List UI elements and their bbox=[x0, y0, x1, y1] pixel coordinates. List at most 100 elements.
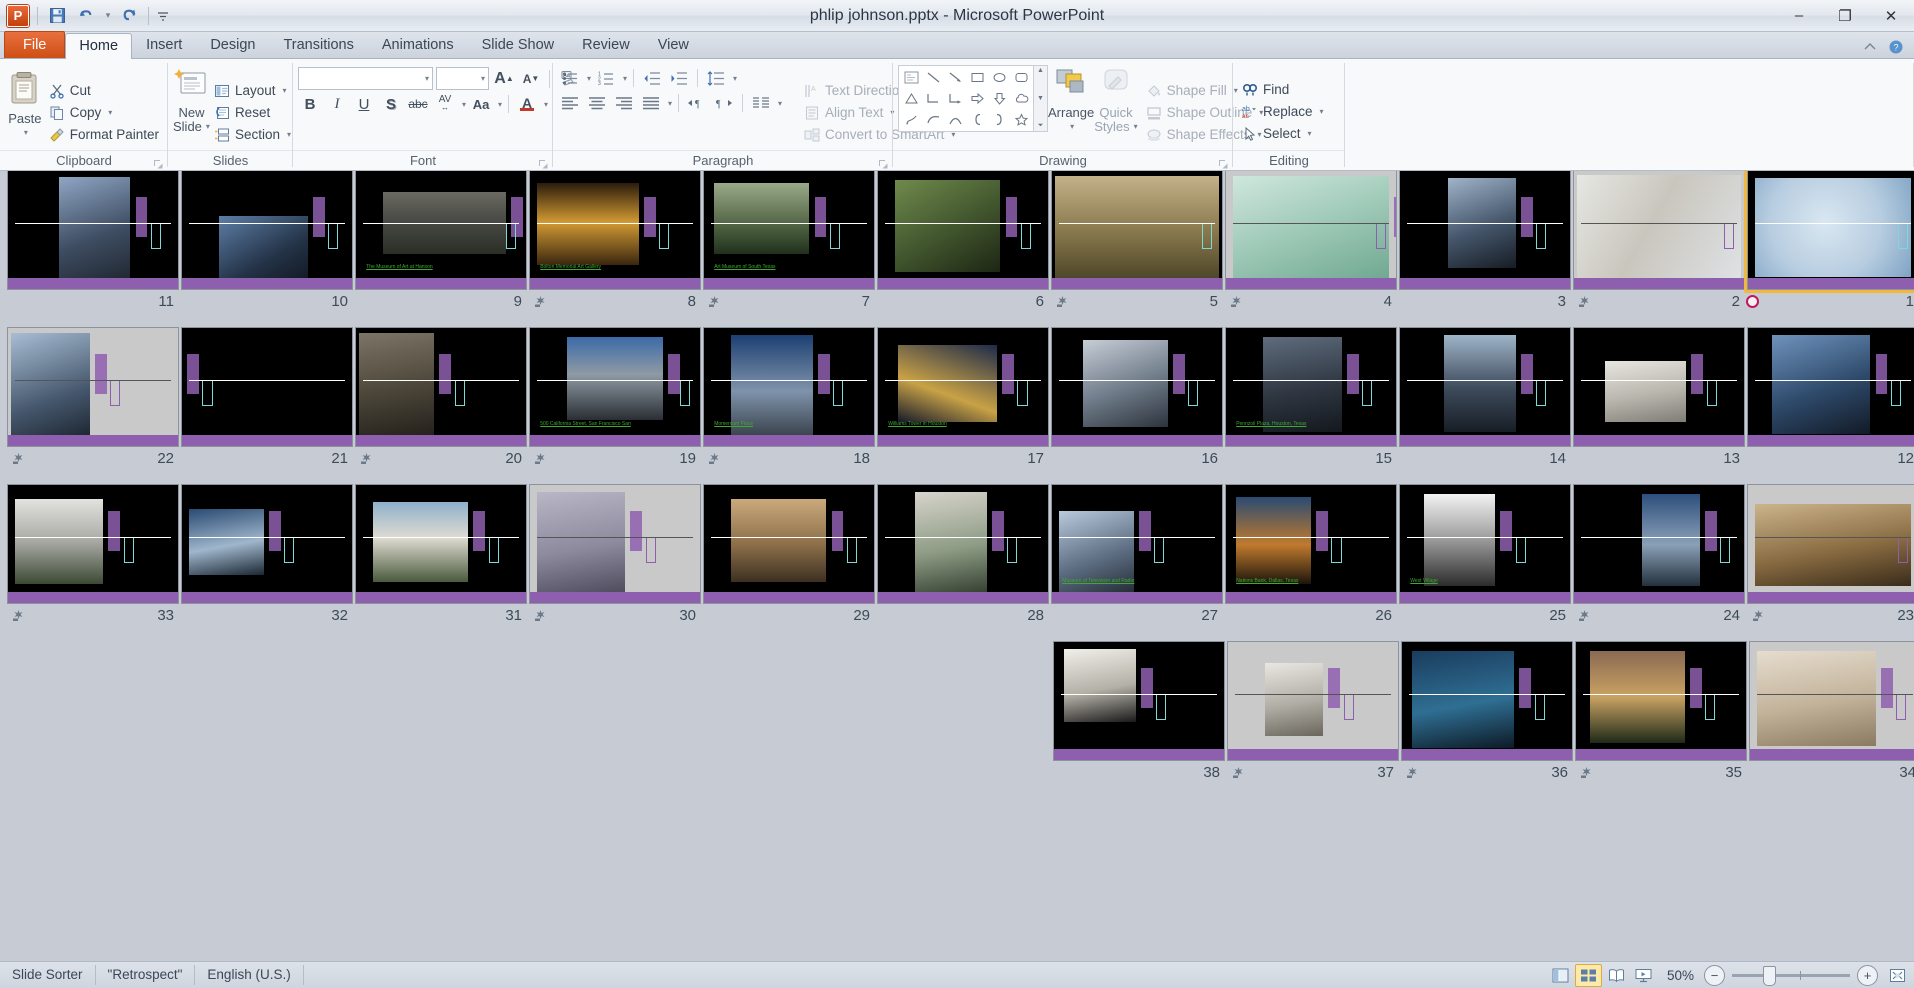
shape-arrow[interactable] bbox=[944, 67, 966, 88]
quick-access-toolbar[interactable]: P ▾ bbox=[0, 0, 171, 31]
slide-thumbnail-cell[interactable]: 32 bbox=[182, 485, 352, 628]
slide-thumbnail-cell[interactable]: The Museum of Art at Hanson 9 bbox=[356, 171, 526, 314]
shape-gallery-scrollbar[interactable]: ▲ ▼ ⏷ bbox=[1034, 65, 1048, 132]
slide-thumbnail[interactable] bbox=[182, 171, 352, 289]
slide-thumbnail[interactable] bbox=[1574, 171, 1744, 289]
slide-thumbnail-cell[interactable]: 24 bbox=[1574, 485, 1744, 628]
chevron-down-icon[interactable]: ▾ bbox=[623, 74, 627, 83]
zoom-level-label[interactable]: 50% bbox=[1657, 968, 1704, 983]
save-icon[interactable] bbox=[44, 4, 70, 28]
minimize-ribbon-icon[interactable] bbox=[1862, 39, 1878, 55]
slide-animation-star-icon[interactable] bbox=[534, 609, 547, 622]
slide-thumbnail[interactable]: West Village bbox=[1400, 485, 1570, 603]
slide-animation-star-icon[interactable] bbox=[708, 452, 721, 465]
slide-thumbnail-cell[interactable]: 11 bbox=[8, 171, 178, 314]
slide-thumbnail[interactable] bbox=[878, 171, 1048, 289]
slide-thumbnail[interactable]: Art Museum of South Texas bbox=[704, 171, 874, 289]
slide-thumbnail-cell[interactable]: 36 bbox=[1402, 642, 1572, 785]
zoom-slider-thumb[interactable] bbox=[1762, 965, 1776, 986]
slide-thumbnail[interactable] bbox=[1748, 171, 1914, 289]
zoom-slider[interactable]: − + bbox=[1704, 964, 1878, 986]
shape-rectangle[interactable] bbox=[966, 67, 988, 88]
customize-qat-icon[interactable] bbox=[155, 4, 171, 28]
shape-text-box[interactable] bbox=[900, 67, 922, 88]
window-controls[interactable]: – ❐ ✕ bbox=[1776, 0, 1914, 31]
scroll-down-icon[interactable]: ▼ bbox=[1037, 95, 1044, 102]
shape-elbow-arrow-connector[interactable] bbox=[944, 88, 966, 109]
slide-animation-star-icon[interactable] bbox=[360, 452, 373, 465]
slide-selection-handle[interactable] bbox=[1746, 295, 1759, 308]
undo-dropdown-icon[interactable]: ▾ bbox=[100, 4, 114, 28]
slide-thumbnail[interactable]: The Museum of Art at Hanson bbox=[356, 171, 526, 289]
slide-show-button[interactable] bbox=[1631, 965, 1656, 986]
slide-thumbnail-cell[interactable]: 35 bbox=[1576, 642, 1746, 785]
reading-view-button[interactable] bbox=[1604, 965, 1629, 986]
chevron-down-icon[interactable]: ▾ bbox=[108, 108, 112, 117]
slide-thumbnail-cell[interactable]: Art Museum of South Texas 7 bbox=[704, 171, 874, 314]
slide-thumbnail-cell[interactable]: 34 bbox=[1750, 642, 1914, 785]
chevron-down-icon[interactable]: ▾ bbox=[498, 100, 502, 109]
status-language[interactable]: English (U.S.) bbox=[195, 965, 304, 985]
slide-animation-star-icon[interactable] bbox=[1578, 295, 1591, 308]
shape-star[interactable] bbox=[1010, 109, 1032, 130]
slide-thumbnail-cell[interactable]: 16 bbox=[1052, 328, 1222, 471]
zoom-slider-track[interactable] bbox=[1732, 965, 1850, 986]
strikethrough-button[interactable]: abc bbox=[406, 93, 430, 115]
chevron-down-icon[interactable]: ▾ bbox=[1070, 120, 1074, 134]
chevron-down-icon[interactable]: ▾ bbox=[425, 74, 429, 83]
replace-button[interactable]: ab ac Replace ▾ bbox=[1238, 101, 1328, 123]
align-right-button[interactable] bbox=[612, 92, 636, 114]
chevron-down-icon[interactable]: ▾ bbox=[462, 100, 466, 109]
paragraph-dialog-launcher-icon[interactable] bbox=[878, 157, 889, 169]
slide-thumbnail-cell[interactable]: 2 bbox=[1574, 171, 1744, 314]
columns-button[interactable] bbox=[749, 92, 773, 114]
slide-thumbnail-cell[interactable]: 13 bbox=[1574, 328, 1744, 471]
shape-line[interactable] bbox=[922, 67, 944, 88]
chevron-down-icon[interactable]: ▾ bbox=[24, 126, 28, 140]
shape-triangle[interactable] bbox=[900, 88, 922, 109]
slide-thumbnail[interactable] bbox=[704, 485, 874, 603]
scroll-up-icon[interactable]: ▲ bbox=[1037, 67, 1044, 74]
font-dialog-launcher-icon[interactable] bbox=[538, 157, 549, 169]
slide-thumbnail-cell[interactable]: Nations Bank, Dallas, Texas 26 bbox=[1226, 485, 1396, 628]
paste-button[interactable]: Paste ▾ bbox=[5, 63, 45, 140]
slide-thumbnail-cell[interactable]: Momentum Place 18 bbox=[704, 328, 874, 471]
quick-styles-button[interactable]: Quick Styles ▾ bbox=[1094, 65, 1138, 134]
drawing-dialog-launcher-icon[interactable] bbox=[1218, 157, 1229, 169]
slide-animation-star-icon[interactable] bbox=[12, 452, 25, 465]
slide-animation-star-icon[interactable] bbox=[1406, 766, 1419, 779]
slide-thumbnail-cell[interactable]: Museum of Television and Radio 27 bbox=[1052, 485, 1222, 628]
find-button[interactable]: Find bbox=[1238, 79, 1328, 101]
line-spacing-button[interactable] bbox=[704, 67, 728, 89]
chevron-down-icon[interactable]: ▾ bbox=[282, 86, 286, 95]
shape-down-arrow[interactable] bbox=[988, 88, 1010, 109]
fit-slide-to-window-icon[interactable] bbox=[1886, 965, 1908, 985]
chevron-down-icon[interactable]: ▾ bbox=[1308, 129, 1312, 138]
tab-transitions[interactable]: Transitions bbox=[269, 32, 367, 58]
slide-thumbnail-cell[interactable]: Bolton Memorial Art Gallery 8 bbox=[530, 171, 700, 314]
slide-animation-star-icon[interactable] bbox=[1056, 295, 1069, 308]
slide-thumbnail-cell[interactable]: 6 bbox=[878, 171, 1048, 314]
slide-thumbnail[interactable] bbox=[1228, 642, 1398, 760]
character-spacing-button[interactable]: AV ↔ bbox=[433, 93, 457, 115]
close-button[interactable]: ✕ bbox=[1868, 0, 1914, 31]
slide-thumbnail-cell[interactable]: 30 bbox=[530, 485, 700, 628]
arrange-button[interactable]: Arrange ▾ bbox=[1048, 65, 1094, 134]
slide-animation-star-icon[interactable] bbox=[1752, 609, 1765, 622]
slide-thumbnail[interactable] bbox=[878, 485, 1048, 603]
slide-thumbnail[interactable] bbox=[530, 485, 700, 603]
align-left-button[interactable] bbox=[558, 92, 582, 114]
slide-thumbnail[interactable] bbox=[1574, 485, 1744, 603]
right-to-left-button[interactable]: ¶ bbox=[712, 92, 736, 114]
reset-button[interactable]: Reset bbox=[210, 102, 295, 124]
select-button[interactable]: Select ▾ bbox=[1238, 123, 1328, 145]
status-right-cluster[interactable]: 50% − + bbox=[1547, 963, 1914, 987]
italic-button[interactable]: I bbox=[325, 93, 349, 115]
grow-font-button[interactable]: A ▲ bbox=[492, 68, 516, 90]
tab-design[interactable]: Design bbox=[196, 32, 269, 58]
slide-animation-star-icon[interactable] bbox=[534, 452, 547, 465]
slide-thumbnail[interactable] bbox=[356, 485, 526, 603]
slide-animation-star-icon[interactable] bbox=[1580, 766, 1593, 779]
section-button[interactable]: Section ▾ bbox=[210, 124, 295, 146]
tab-slide-show[interactable]: Slide Show bbox=[468, 32, 569, 58]
